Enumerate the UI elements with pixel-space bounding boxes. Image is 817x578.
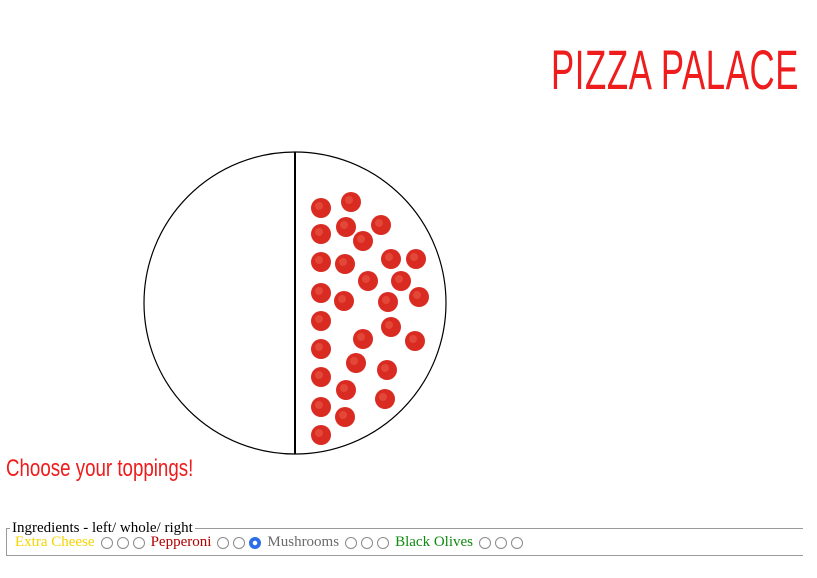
pepperoni-highlight: [350, 357, 358, 365]
mushrooms-whole-radio[interactable]: [361, 536, 374, 549]
pepperoni-highlight: [339, 411, 347, 419]
pepperoni-highlight: [385, 253, 393, 261]
pepperoni-radio-group: [215, 536, 263, 549]
pepperoni-highlight: [339, 258, 347, 266]
topping-label-black-olives: Black Olives: [395, 534, 473, 550]
topping-label-pepperoni: Pepperoni: [150, 534, 212, 550]
pepperoni-highlight: [315, 315, 323, 323]
black-olives-whole-radio[interactable]: [494, 536, 507, 549]
pepperoni-highlight: [315, 202, 323, 210]
extra-cheese-radio-group: [99, 536, 147, 549]
black-olives-left-radio[interactable]: [478, 536, 491, 549]
extra-cheese-left-radio[interactable]: [100, 536, 113, 549]
pepperoni-highlight: [315, 401, 323, 409]
pepperoni-highlight: [340, 221, 348, 229]
mushrooms-radio-group: [343, 536, 391, 549]
pepperoni-highlight: [315, 256, 323, 264]
brand-title: PIZZA PALACE: [551, 38, 799, 101]
pepperoni-whole-radio[interactable]: [233, 536, 246, 549]
ingredients-row: Extra Cheese Pepperoni Mushrooms Black O…: [15, 534, 803, 551]
extra-cheese-right-radio[interactable]: [132, 536, 145, 549]
pepperoni-highlight: [385, 321, 393, 329]
black-olives-radio-group: [477, 536, 525, 549]
pepperoni-highlight: [382, 296, 390, 304]
pepperoni-highlight: [395, 275, 403, 283]
topping-label-mushrooms: Mushrooms: [267, 534, 340, 550]
pepperoni-highlight: [413, 291, 421, 299]
pepperoni-highlight: [410, 253, 418, 261]
toppings-heading: Choose your toppings!: [6, 455, 194, 482]
pepperoni-highlight: [338, 295, 346, 303]
pepperoni-highlight: [315, 429, 323, 437]
mushrooms-left-radio[interactable]: [345, 536, 358, 549]
black-olives-right-radio[interactable]: [510, 536, 523, 549]
pepperoni-highlight: [315, 287, 323, 295]
pepperoni-highlight: [315, 343, 323, 351]
topping-label-extra-cheese: Extra Cheese: [15, 534, 95, 550]
pepperoni-left-radio[interactable]: [217, 536, 230, 549]
pepperoni-highlight: [357, 235, 365, 243]
pepperoni-right-radio[interactable]: [249, 536, 262, 549]
pepperoni-highlight: [315, 228, 323, 236]
pizza-graphic: [143, 151, 447, 455]
pepperoni-highlight: [315, 371, 323, 379]
pizza-preview: [143, 151, 447, 455]
mushrooms-right-radio[interactable]: [377, 536, 390, 549]
pepperoni-highlight: [375, 219, 383, 227]
pepperoni-highlight: [340, 384, 348, 392]
ingredients-fieldset: Ingredients - left/ whole/ right Extra C…: [6, 520, 803, 556]
pepperoni-highlight: [381, 364, 389, 372]
extra-cheese-whole-radio[interactable]: [116, 536, 129, 549]
pepperoni-highlight: [379, 393, 387, 401]
pepperoni-highlight: [362, 275, 370, 283]
pepperoni-highlight: [345, 196, 353, 204]
pepperoni-highlight: [357, 333, 365, 341]
pepperoni-highlight: [409, 335, 417, 343]
